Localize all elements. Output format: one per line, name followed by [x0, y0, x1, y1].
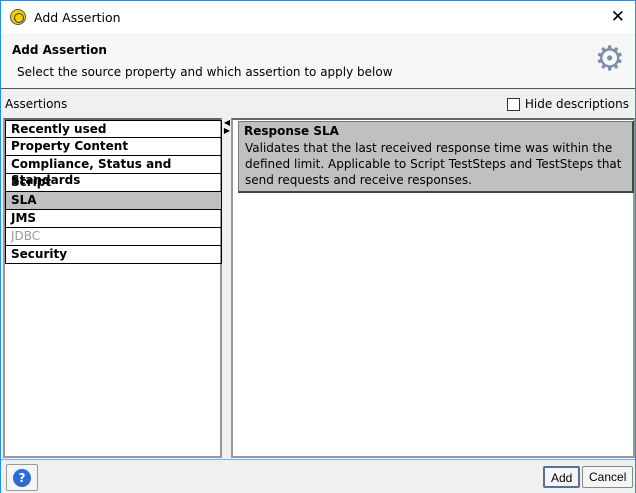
category-item[interactable]: JMS [5, 210, 222, 228]
category-list: Recently used Property Content Complianc… [3, 118, 222, 458]
hide-descriptions-checkbox[interactable]: Hide descriptions [506, 97, 629, 111]
category-item-selected[interactable]: SLA [5, 192, 222, 210]
close-icon[interactable]: ✕ [611, 7, 625, 27]
app-icon [10, 9, 26, 25]
checkbox-icon[interactable] [506, 97, 520, 111]
title-bar: Add Assertion ✕ [1, 1, 635, 33]
category-item[interactable]: Property Content [5, 138, 222, 156]
assertions-label: Assertions [5, 97, 68, 111]
category-item[interactable]: Recently used [5, 120, 222, 138]
dialog-footer: ? Add Cancel [1, 459, 635, 493]
category-item[interactable]: Security [5, 246, 222, 264]
window-title: Add Assertion [34, 9, 121, 25]
header-title: Add Assertion [12, 43, 107, 57]
category-item-disabled: JDBC [5, 228, 222, 246]
assertion-description: Validates that the last received respons… [245, 141, 622, 187]
help-icon: ? [13, 468, 31, 487]
assertion-item[interactable]: Response SLA Validates that the last rec… [238, 121, 634, 193]
header-subtitle: Select the source property and which ass… [17, 65, 393, 79]
add-button[interactable]: Add [543, 466, 581, 488]
help-button[interactable]: ? [6, 464, 38, 491]
dialog-header: Add Assertion Select the source property… [1, 33, 635, 89]
hide-descriptions-label: Hide descriptions [524, 97, 629, 111]
cancel-button[interactable]: Cancel [582, 466, 634, 488]
assertion-title: Response SLA [244, 124, 339, 138]
category-item[interactable]: Compliance, Status and Standards [5, 156, 222, 187]
add-assertion-dialog: Add Assertion ✕ Add Assertion Select the… [0, 0, 636, 493]
category-item[interactable]: Script [5, 174, 222, 192]
assertion-list: Response SLA Validates that the last rec… [231, 118, 635, 458]
gear-icon: ⚙ [594, 39, 625, 79]
